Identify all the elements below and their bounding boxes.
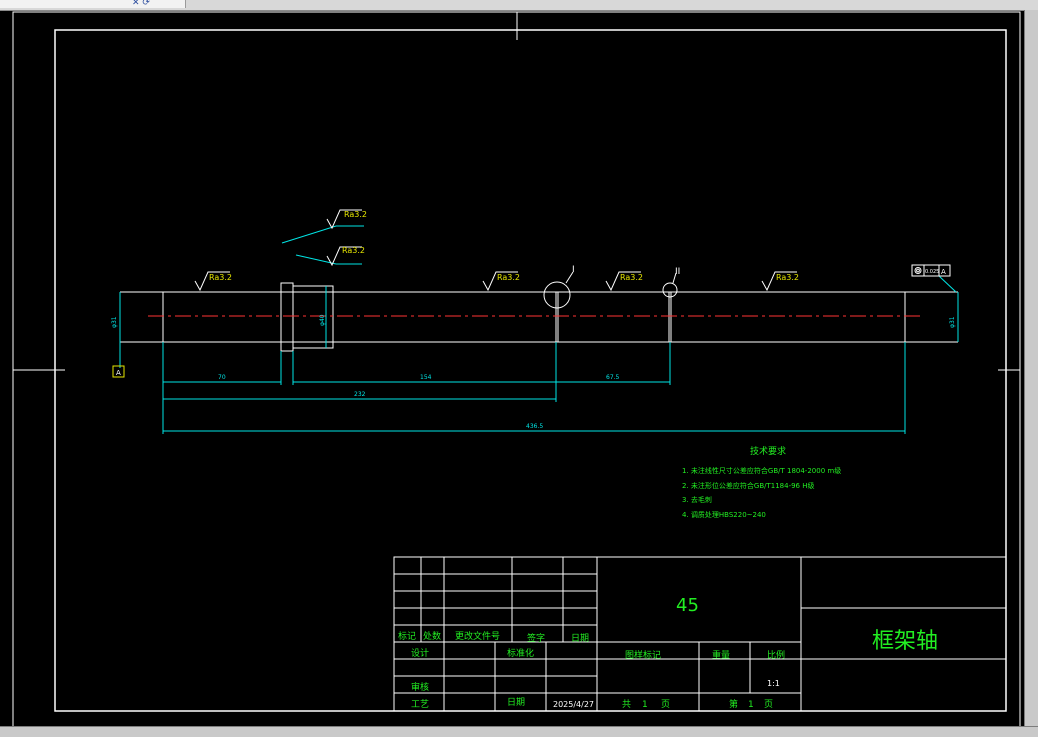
roughness-label-1: Ra3.2	[209, 273, 232, 282]
label-standardize: 标准化	[507, 647, 534, 659]
gdt-datum-ref: A	[941, 268, 946, 276]
roughness-label-3: Ra3.2	[620, 273, 643, 282]
label-change-doc: 更改文件号	[455, 630, 500, 642]
dim-text-436-5: 436.5	[526, 423, 543, 430]
label-sheet-prefix: 第	[729, 698, 738, 710]
roughness-label-6: Ra3.2	[342, 246, 365, 255]
cad-drawing-canvas[interactable]: I II Ra3.2 Ra3.2 Ra3.2 Ra3.2 Ra3.2 Ra3.2…	[0, 0, 1038, 736]
detail-circle-1[interactable]	[543, 281, 571, 309]
roughness-symbols	[194, 209, 797, 292]
tech-req-item-2: 2. 未注形位公差应符合GB/T1184-96 H级	[682, 481, 815, 490]
date-value: 2025/4/27	[553, 700, 594, 709]
label-date2: 日期	[507, 697, 525, 708]
dim-text-dia-left: φ31	[111, 316, 118, 328]
label-stage-mark: 图样标记	[625, 649, 661, 661]
datum-a-label: A	[116, 369, 121, 377]
dimension-lines	[119, 225, 959, 434]
label-total-num: 1	[642, 700, 648, 710]
label-total-prefix: 共	[622, 699, 631, 710]
status-bar	[0, 726, 1038, 737]
dim-text-154: 154	[420, 374, 432, 381]
label-date: 日期	[571, 633, 589, 644]
tech-req-item-1: 1. 未注线性尺寸公差应符合GB/T 1804-2000 m级	[682, 466, 841, 475]
vertical-scrollbar[interactable]	[1024, 10, 1038, 726]
label-signature: 签字	[527, 632, 545, 644]
dim-text-dia-collar: φ40	[319, 314, 326, 326]
tech-req-title: 技术要求	[750, 445, 786, 457]
label-weight: 重量	[712, 649, 730, 661]
detail-circle-2[interactable]	[662, 282, 678, 298]
material-value: 45	[676, 595, 699, 616]
roughness-label-4: Ra3.2	[776, 273, 799, 282]
roughness-label-5: Ra3.2	[344, 210, 367, 219]
label-design: 设计	[411, 647, 429, 659]
gdt-tolerance-value: 0.025	[925, 269, 939, 275]
detail-label-1: I	[572, 265, 575, 275]
roughness-label-2: Ra3.2	[497, 273, 520, 282]
label-mark: 标记	[398, 630, 416, 642]
dim-text-dia-right: φ31	[949, 316, 956, 328]
tech-req-item-3: 3. 去毛刺	[682, 495, 712, 504]
label-scale: 比例	[767, 649, 785, 661]
dim-text-67-5: 67.5	[606, 374, 620, 381]
dim-text-232: 232	[354, 391, 366, 398]
shaft-outline	[119, 282, 959, 352]
label-review: 审核	[411, 681, 429, 693]
label-sheet-suffix: 页	[764, 699, 773, 710]
label-page-suffix: 页	[661, 699, 670, 710]
label-sheet-num: 1	[748, 700, 754, 710]
dim-text-70: 70	[218, 374, 226, 381]
label-process: 工艺	[411, 699, 429, 710]
inner-frame	[54, 29, 1007, 712]
scale-value: 1:1	[767, 679, 780, 688]
detail-label-2: II	[675, 267, 680, 277]
outer-frame	[12, 11, 1021, 729]
tech-req-item-4: 4. 调质处理HBS220~240	[682, 510, 766, 519]
part-name: 框架轴	[872, 629, 938, 654]
label-count: 处数	[423, 630, 441, 642]
